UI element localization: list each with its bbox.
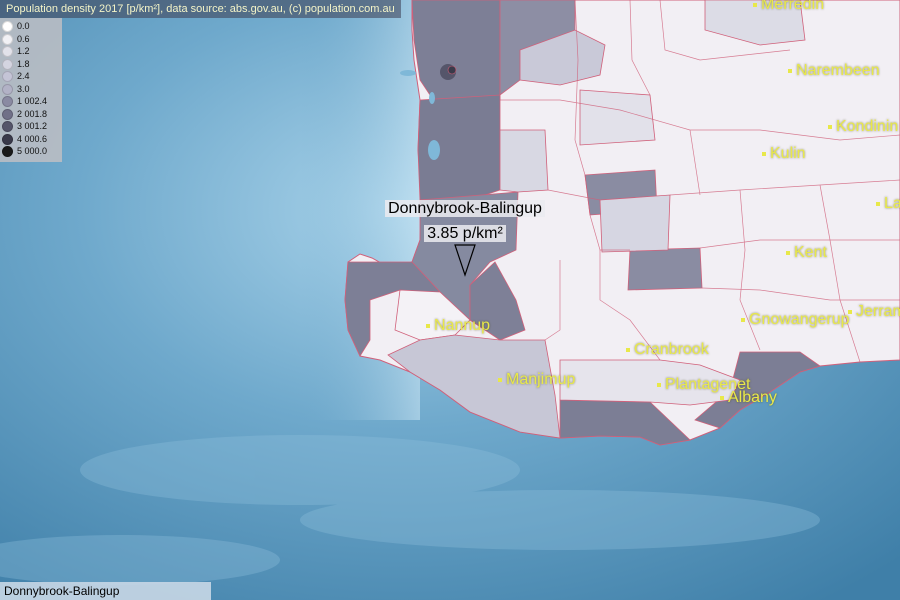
map-canvas[interactable]: [0, 0, 900, 600]
legend-swatch: [2, 58, 13, 70]
legend-swatch: [2, 121, 13, 133]
legend-entry: 1 002.4: [2, 95, 48, 108]
town-label-nannup[interactable]: Nannup: [426, 317, 490, 335]
town-label-merredin[interactable]: Merredin: [753, 0, 824, 14]
town-marker-icon: [657, 382, 661, 387]
legend-value: 5 000.0: [17, 146, 48, 156]
town-name: Jerram: [856, 303, 900, 320]
legend-entry: 2 001.8: [2, 108, 47, 120]
town-marker-icon: [720, 395, 724, 400]
town-marker-icon: [788, 68, 792, 73]
legend-swatch: [2, 108, 13, 120]
legend-swatch: [2, 21, 13, 33]
town-marker-icon: [498, 377, 502, 382]
legend-entry: 4 000.6: [2, 133, 47, 145]
legend-swatch: [2, 96, 13, 108]
legend-value: 0.0: [17, 21, 30, 31]
legend-swatch: [2, 133, 13, 145]
legend-entry: 0.0: [2, 20, 30, 33]
legend-entry: 5 000.0: [2, 145, 48, 158]
town-marker-icon: [876, 201, 880, 206]
town-marker-icon: [741, 317, 745, 322]
town-label-jerram[interactable]: Jerram: [848, 303, 900, 321]
legend-swatch: [2, 146, 13, 158]
legend-swatch: [2, 46, 13, 58]
legend-value: 1.2: [17, 46, 30, 56]
legend-value: 3 001.2: [17, 121, 48, 131]
town-name: Kondinin: [836, 118, 899, 135]
town-label-narembeen[interactable]: Narembeen: [788, 62, 880, 80]
town-marker-icon: [626, 347, 630, 352]
legend-value: 2 001.8: [17, 108, 48, 119]
selected-region-footer: Donnybrook-Balingup: [0, 582, 211, 600]
town-label-la[interactable]: La: [876, 195, 900, 213]
town-name: La: [884, 195, 900, 212]
legend-entry: 1.8: [2, 58, 30, 70]
legend-swatch: [2, 33, 13, 45]
legend-value: 0.6: [17, 33, 30, 44]
legend-swatch: [2, 71, 13, 83]
selected-region-density: 3.85 p/km²: [410, 225, 520, 243]
legend-swatch: [2, 83, 13, 95]
town-name: Nannup: [434, 317, 491, 334]
legend-entry: 1.2: [2, 45, 30, 58]
legend-entry: 3 001.2: [2, 120, 48, 133]
legend-value: 3.0: [17, 83, 30, 94]
selected-region-name: Donnybrook-Balingup: [382, 200, 548, 218]
legend-value: 4 000.6: [17, 133, 48, 144]
town-label-gnowangerup[interactable]: Gnowangerup: [741, 311, 850, 329]
town-marker-icon: [753, 2, 757, 7]
legend-entry: 2.4: [2, 70, 30, 83]
town-marker-icon: [762, 151, 766, 156]
town-label-kulin[interactable]: Kulin: [762, 145, 806, 163]
town-marker-icon: [828, 124, 832, 129]
town-name: Cranbrook: [634, 341, 709, 358]
legend-entry: 0.6: [2, 33, 30, 45]
town-marker-icon: [426, 323, 430, 328]
density-legend: 0.0 0.6 1.2 1.8 2.4 3.0 1 002.4 2 001.8 3 001.2 4…: [0, 18, 62, 162]
town-name: Manjimup: [506, 371, 576, 388]
town-label-kent[interactable]: Kent: [786, 244, 827, 262]
town-marker-icon: [786, 250, 790, 255]
legend-value: 1.8: [17, 58, 30, 69]
town-name: Gnowangerup: [749, 311, 850, 328]
town-name: Kent: [794, 244, 827, 261]
town-name: Kulin: [770, 145, 806, 162]
map-attribution-header: Population density 2017 [p/km²], data so…: [0, 0, 401, 18]
town-label-albany[interactable]: Albany: [720, 389, 777, 407]
legend-value: 1 002.4: [17, 96, 48, 106]
town-name: Merredin: [761, 0, 825, 13]
town-label-kondinin[interactable]: Kondinin: [828, 118, 898, 136]
town-label-cranbrook[interactable]: Cranbrook: [626, 341, 709, 359]
town-name: Albany: [728, 389, 777, 406]
legend-value: 2.4: [17, 71, 30, 81]
perth-metro: [440, 64, 457, 80]
town-label-manjimup[interactable]: Manjimup: [498, 371, 575, 389]
legend-entry: 3.0: [2, 83, 30, 95]
town-name: Narembeen: [796, 62, 880, 79]
